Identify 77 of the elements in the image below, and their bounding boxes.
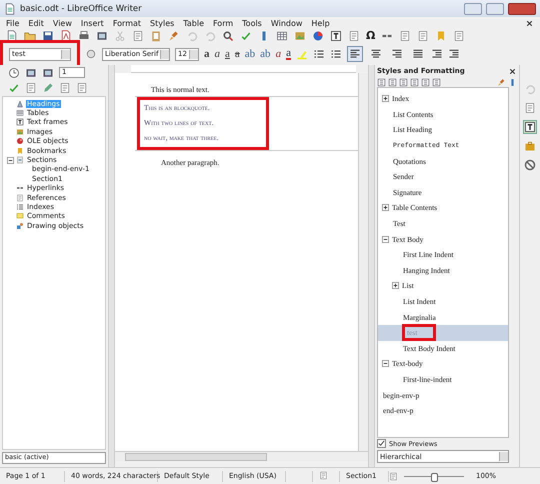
comment-icon xyxy=(16,212,24,220)
format-button[interactable]: a xyxy=(286,48,291,60)
printer-icon[interactable] xyxy=(78,30,90,42)
numbered-list-icon[interactable] xyxy=(330,48,342,60)
bookmark-icon xyxy=(16,146,24,155)
chart-icon[interactable] xyxy=(312,30,324,42)
menu-item[interactable]: Window xyxy=(270,18,302,28)
close-icon[interactable] xyxy=(508,66,517,76)
spellcheck-icon[interactable] xyxy=(240,30,252,42)
text-frame-icon xyxy=(16,118,24,126)
close-button[interactable] xyxy=(508,2,536,14)
section-icon xyxy=(16,156,24,164)
save-icon[interactable] xyxy=(42,30,54,42)
image-icon xyxy=(16,128,24,136)
menu-item[interactable]: View xyxy=(52,18,72,28)
zoom-slider-thumb[interactable] xyxy=(431,472,438,482)
window-title: basic.odt - LibreOffice Writer xyxy=(20,4,142,14)
menu-item[interactable]: Insert xyxy=(80,18,104,28)
horizontal-scrollbar[interactable] xyxy=(115,451,368,461)
reference-icon xyxy=(16,194,24,202)
heading-icon xyxy=(16,100,24,108)
table-icon[interactable] xyxy=(276,30,288,42)
style-category-icon[interactable] xyxy=(432,78,441,86)
menu-item[interactable]: Form xyxy=(212,18,234,28)
format-button[interactable]: a xyxy=(214,48,220,60)
special-character-button[interactable]: Ω xyxy=(366,30,376,42)
pdf-export-icon[interactable] xyxy=(60,30,72,42)
format-button[interactable]: a xyxy=(234,48,240,60)
menu-item[interactable]: Table xyxy=(183,18,204,28)
new-document-icon[interactable] xyxy=(6,30,18,42)
index-icon xyxy=(16,202,24,211)
style-category-icon[interactable] xyxy=(421,78,430,86)
format-button[interactable]: ab xyxy=(244,48,256,60)
brush-icon[interactable] xyxy=(168,30,180,42)
bullet-list-icon[interactable] xyxy=(312,48,325,60)
style-category-icon[interactable] xyxy=(399,78,408,86)
style-category-icon[interactable] xyxy=(410,78,419,86)
page-icon[interactable] xyxy=(76,82,88,94)
line-spacing-icon[interactable] xyxy=(430,48,443,60)
styles-icon[interactable] xyxy=(524,121,536,133)
expand-toggle[interactable] xyxy=(392,282,399,290)
text-frame-icon[interactable] xyxy=(330,30,342,42)
menu-item[interactable]: File xyxy=(6,18,20,28)
ole-object-icon xyxy=(16,137,24,146)
menu-item[interactable]: Styles xyxy=(150,18,174,28)
shapes-icon xyxy=(16,222,24,230)
format-button[interactable]: a xyxy=(276,48,282,60)
format-button[interactable]: a xyxy=(225,48,230,60)
toolbox-icon[interactable] xyxy=(524,140,536,152)
style-category-icon[interactable] xyxy=(377,78,386,86)
search-icon[interactable] xyxy=(222,30,234,42)
menu-item[interactable]: Tools xyxy=(242,18,262,28)
close-icon[interactable] xyxy=(525,18,534,28)
table-icon xyxy=(16,109,24,118)
splitter-handle[interactable] xyxy=(108,65,115,467)
style-category-icon[interactable] xyxy=(388,78,397,86)
menu-item[interactable]: Help xyxy=(311,18,330,28)
expand-toggle[interactable] xyxy=(382,360,389,368)
menu-item[interactable]: Format xyxy=(112,18,142,28)
collapse-toggle[interactable] xyxy=(7,156,14,164)
format-button[interactable]: ab xyxy=(260,48,271,60)
page-icon[interactable] xyxy=(59,82,71,94)
document-icon xyxy=(4,2,16,14)
print-preview-icon[interactable] xyxy=(96,30,108,42)
document-icon[interactable] xyxy=(453,30,466,42)
clock-icon[interactable] xyxy=(8,66,20,78)
expand-toggle[interactable] xyxy=(382,204,389,212)
align-icon[interactable] xyxy=(346,46,363,62)
format-button[interactable]: a xyxy=(204,48,210,60)
splitter-handle[interactable] xyxy=(368,65,375,467)
paragraph-icon[interactable] xyxy=(448,48,460,60)
page-icon[interactable] xyxy=(524,102,536,114)
checkbox[interactable] xyxy=(377,439,386,448)
page-icon[interactable] xyxy=(399,30,412,42)
expand-toggle[interactable] xyxy=(382,236,389,243)
menu-item[interactable]: Edit xyxy=(28,18,44,28)
expand-toggle[interactable] xyxy=(382,95,389,102)
